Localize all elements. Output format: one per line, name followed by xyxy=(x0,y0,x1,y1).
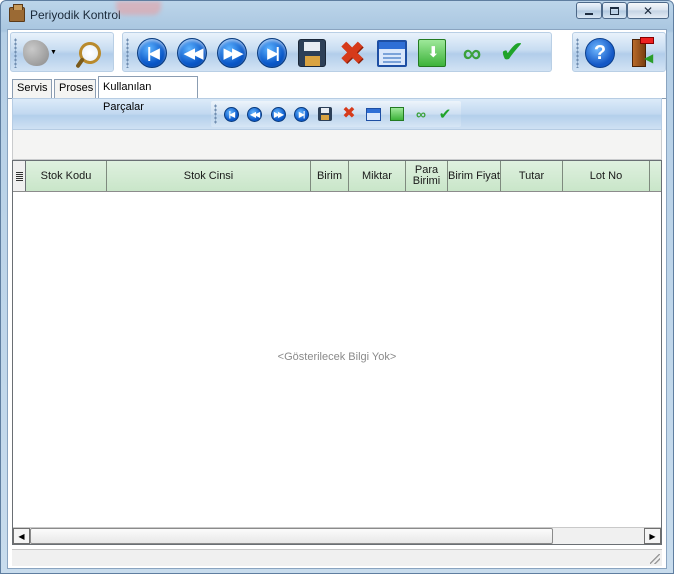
export-icon xyxy=(390,107,404,121)
inner-link-button[interactable]: ∞ xyxy=(411,104,431,124)
toolbar-grip[interactable] xyxy=(576,38,579,68)
inner-delete-button[interactable]: ✖ xyxy=(339,104,359,124)
column-header-tutar[interactable]: Tutar xyxy=(501,161,563,191)
horizontal-scrollbar[interactable]: ◀ ▶ xyxy=(13,527,661,544)
previous-record-icon: ◀◀ xyxy=(177,38,207,68)
window-icon xyxy=(365,107,381,121)
main-toolbar: ▼ |◀ ◀◀ ▶▶ ▶| ✖ ∞ ✔ ? ◀ xyxy=(8,30,666,74)
app-window: Periyodik Kontrol ✕ ▼ |◀ ◀◀ ▶▶ ▶| ✖ ⬇ ∞ … xyxy=(0,0,674,574)
magnifier-icon xyxy=(77,40,103,66)
arrow-right-icon: ▶ xyxy=(649,531,656,541)
last-record-icon: ▶| xyxy=(257,38,287,68)
last-record-icon: ▶| xyxy=(293,106,309,122)
arrow-left-icon: ◀ xyxy=(18,531,25,541)
toolbar-group-help: ? ◀ xyxy=(572,32,666,72)
toolbar-group-tools: ▼ xyxy=(10,32,114,72)
status-bar xyxy=(12,549,662,566)
help-button[interactable]: ? xyxy=(583,36,617,70)
inner-previous-record-button[interactable]: ◀◀ xyxy=(244,104,264,124)
column-header-para-birimi[interactable]: Para Birimi xyxy=(406,161,448,191)
parts-grid[interactable]: Stok Kodu Stok Cinsi Birim Miktar Para B… xyxy=(12,160,662,545)
export-button[interactable] xyxy=(415,36,449,70)
link-icon: ∞ xyxy=(416,106,426,122)
toolbar-grip[interactable] xyxy=(126,38,129,68)
close-button[interactable]: ✕ xyxy=(627,2,669,19)
inner-export-button[interactable] xyxy=(387,104,407,124)
next-record-icon: ▶▶ xyxy=(217,38,247,68)
row-indicator-header[interactable] xyxy=(13,161,26,191)
minimize-icon xyxy=(585,12,593,15)
column-header-stok-kodu[interactable]: Stok Kodu xyxy=(26,161,107,191)
column-header-miktar[interactable]: Miktar xyxy=(349,161,406,191)
column-header-birim[interactable]: Birim xyxy=(311,161,349,191)
group-by-panel[interactable] xyxy=(12,130,662,160)
confirm-button[interactable]: ✔ xyxy=(495,36,529,70)
scroll-thumb[interactable] xyxy=(30,528,553,544)
exit-icon: ◀ xyxy=(630,37,654,69)
last-record-button[interactable]: ▶| xyxy=(255,36,289,70)
shape-button[interactable] xyxy=(19,36,53,70)
confirm-icon: ✔ xyxy=(499,36,525,69)
inner-last-record-button[interactable]: ▶| xyxy=(291,104,311,124)
inner-toolbar-group: |◀ ◀◀ ▶▶ ▶| ✖ ∞ ✔ xyxy=(211,101,461,127)
parts-panel: |◀ ◀◀ ▶▶ ▶| ✖ ∞ ✔ Stok Kodu Stok Cinsi B… xyxy=(12,98,662,566)
toolbar-grip[interactable] xyxy=(14,38,17,68)
confirm-icon: ✔ xyxy=(438,105,452,123)
scroll-right-button[interactable]: ▶ xyxy=(644,528,661,544)
toolbar-group-navigation: |◀ ◀◀ ▶▶ ▶| ✖ ∞ ✔ xyxy=(122,32,552,72)
save-button[interactable] xyxy=(295,36,329,70)
first-record-icon: |◀ xyxy=(137,38,167,68)
inner-window-button[interactable] xyxy=(363,104,383,124)
delete-button[interactable]: ✖ xyxy=(335,36,369,70)
tab-kullanilan-parcalar[interactable]: Kullanılan Parçalar xyxy=(98,76,198,113)
previous-record-button[interactable]: ◀◀ xyxy=(175,36,209,70)
help-icon: ? xyxy=(585,38,615,68)
close-icon: ✕ xyxy=(642,3,654,18)
column-header-filler xyxy=(650,161,661,191)
first-record-icon: |◀ xyxy=(223,106,239,122)
tab-servis[interactable]: Servis xyxy=(12,79,52,98)
column-chooser-icon xyxy=(15,171,23,181)
minimize-button[interactable] xyxy=(576,2,602,19)
inner-next-record-button[interactable]: ▶▶ xyxy=(268,104,288,124)
export-icon xyxy=(418,39,446,67)
scroll-left-button[interactable]: ◀ xyxy=(13,528,30,544)
window-title: Periyodik Kontrol xyxy=(30,8,121,22)
app-folder-icon xyxy=(9,4,25,22)
inner-first-record-button[interactable]: |◀ xyxy=(221,104,241,124)
window-button[interactable] xyxy=(375,36,409,70)
find-button[interactable] xyxy=(73,36,107,70)
save-icon xyxy=(318,107,332,121)
column-header-stok-cinsi[interactable]: Stok Cinsi xyxy=(107,161,311,191)
inner-confirm-button[interactable]: ✔ xyxy=(435,104,455,124)
maximize-button[interactable] xyxy=(602,2,627,19)
title-glow xyxy=(116,1,161,15)
previous-record-icon: ◀◀ xyxy=(246,106,262,122)
column-header-lot-no[interactable]: Lot No xyxy=(563,161,650,191)
exit-button[interactable]: ◀ xyxy=(625,36,659,70)
maximize-icon xyxy=(610,6,619,15)
link-icon: ∞ xyxy=(462,38,482,68)
resize-grip-icon[interactable] xyxy=(650,554,660,564)
column-header-birim-fiyat[interactable]: Birim Fiyat xyxy=(448,161,501,191)
dropdown-arrow-icon[interactable]: ▼ xyxy=(50,49,57,56)
title-bar[interactable]: Periyodik Kontrol ✕ xyxy=(1,1,673,29)
first-record-button[interactable]: |◀ xyxy=(135,36,169,70)
tab-strip: Servis Proses Kullanılan Parçalar xyxy=(8,76,666,113)
toolbar-grip[interactable] xyxy=(214,104,217,124)
tab-proses[interactable]: Proses xyxy=(54,79,96,98)
save-icon xyxy=(298,39,326,67)
link-button[interactable]: ∞ xyxy=(455,36,489,70)
shape-icon xyxy=(23,40,49,66)
window-icon xyxy=(377,39,407,67)
next-record-icon: ▶▶ xyxy=(270,106,286,122)
client-area: ▼ |◀ ◀◀ ▶▶ ▶| ✖ ∞ ✔ ? ◀ xyxy=(7,29,667,569)
empty-grid-message: <Gösterilecek Bilgi Yok> xyxy=(277,351,397,363)
next-record-button[interactable]: ▶▶ xyxy=(215,36,249,70)
delete-icon: ✖ xyxy=(342,105,356,122)
grid-header: Stok Kodu Stok Cinsi Birim Miktar Para B… xyxy=(13,161,661,192)
inner-save-button[interactable] xyxy=(315,104,335,124)
delete-icon: ✖ xyxy=(338,35,366,71)
